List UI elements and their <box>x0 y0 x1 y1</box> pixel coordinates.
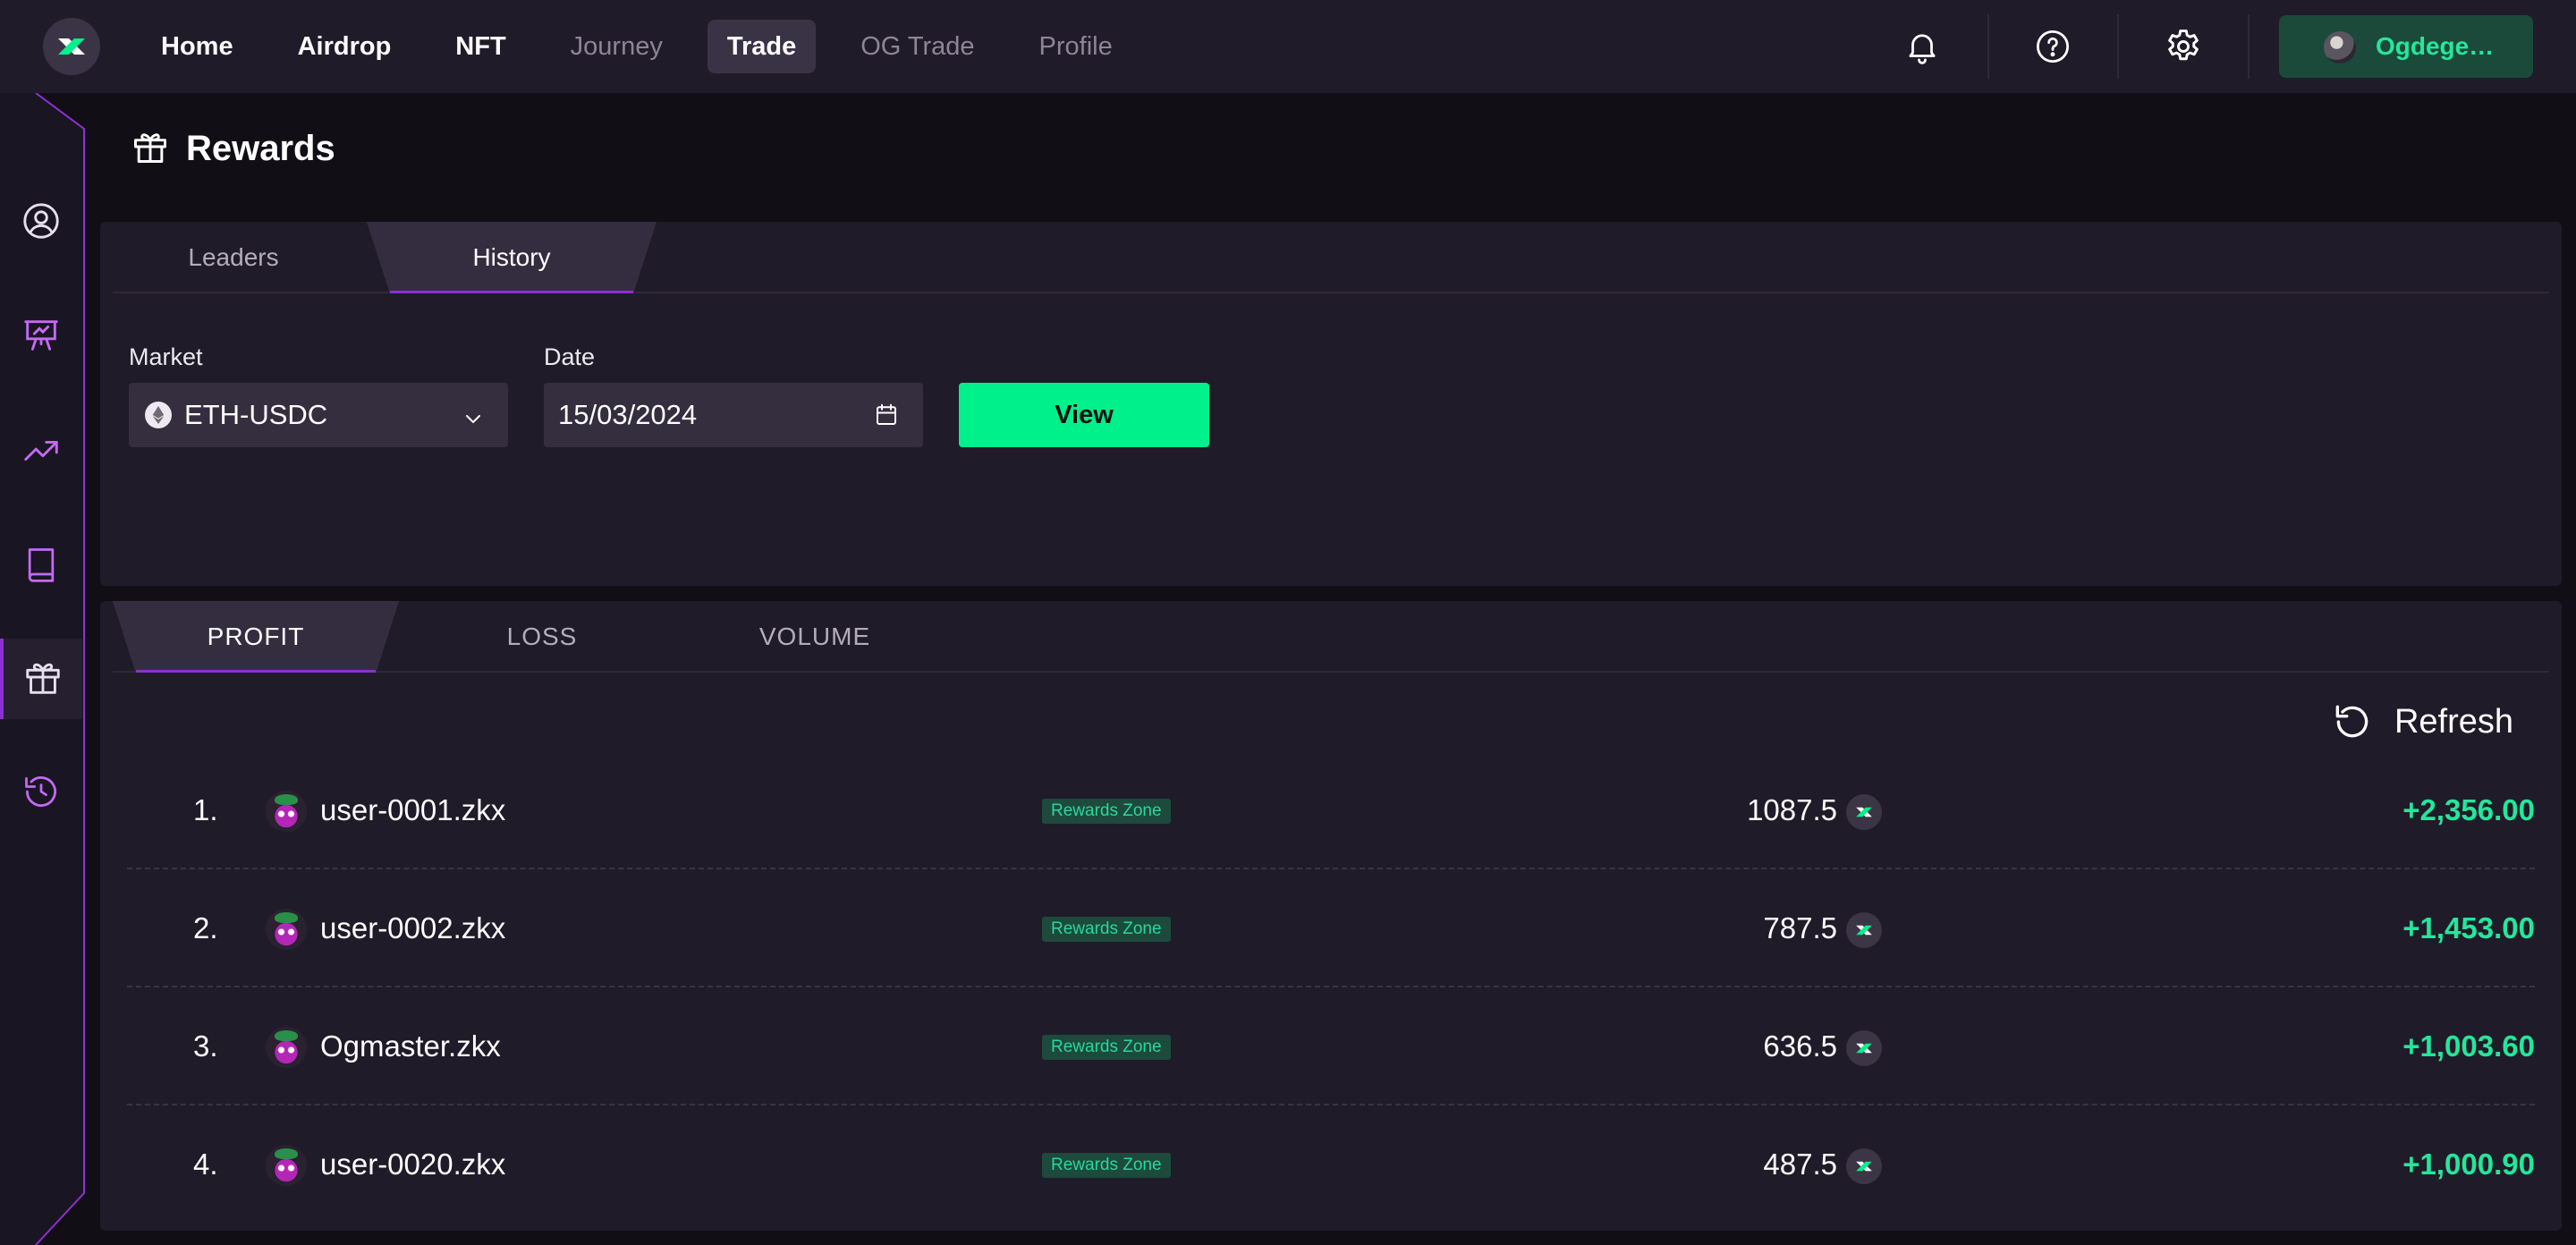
zkx-token-icon <box>1846 1148 1882 1184</box>
nav-item-journey[interactable]: Journey <box>551 20 682 73</box>
divider <box>2248 14 2250 79</box>
table-row[interactable]: 3. Ogmaster.zkx Rewards Zone 636.5 +1,00… <box>127 987 2535 1105</box>
username: Ogmaster.zkx <box>320 1029 501 1063</box>
status-badge: Rewards Zone <box>1042 917 1171 942</box>
tab-history[interactable]: History <box>367 222 657 293</box>
tab-volume[interactable]: VOLUME <box>703 601 927 673</box>
divider <box>1987 14 1989 79</box>
zkx-token-icon <box>1846 912 1882 948</box>
sidebar-item-book[interactable] <box>0 526 82 606</box>
status-badge: Rewards Zone <box>1042 1035 1171 1060</box>
table-row[interactable]: 1. user-0001.zkx Rewards Zone 1087.5 +2,… <box>127 751 2535 869</box>
sidebar <box>0 93 86 1245</box>
ethereum-icon <box>145 402 172 428</box>
status-badge: Rewards Zone <box>1042 799 1171 824</box>
avatar <box>266 1027 307 1068</box>
sidebar-item-profile[interactable] <box>0 182 82 263</box>
market-label: Market <box>129 343 203 370</box>
rank-number: 1. <box>193 793 218 826</box>
rewards-tabbar: Leaders History <box>113 222 2549 293</box>
pnl-value: +1,453.00 <box>2402 911 2535 944</box>
pnl-value: +2,356.00 <box>2402 793 2535 826</box>
rank-number: 2. <box>193 911 218 944</box>
leaderboard-panel: PROFIT LOSS VOLUME Refresh 1. user-0001.… <box>100 601 2562 1231</box>
table-row[interactable]: 2. user-0002.zkx Rewards Zone 787.5 +1,4… <box>127 869 2535 987</box>
nav-item-trade[interactable]: Trade <box>707 20 817 73</box>
help-icon[interactable] <box>2022 16 2083 77</box>
pnl-value: +1,003.60 <box>2402 1029 2535 1063</box>
date-picker-value: 15/03/2024 <box>558 399 698 430</box>
bell-icon[interactable] <box>1892 16 1953 77</box>
points-value: 787.5 <box>1763 911 1837 944</box>
points-value: 1087.5 <box>1747 793 1837 826</box>
gear-icon[interactable] <box>2153 16 2214 77</box>
zkx-token-icon <box>1846 794 1882 830</box>
gift-icon <box>131 127 170 171</box>
page-title-text: Rewards <box>186 129 335 168</box>
filter-panel: Leaders History Market ETH-USDC Date 15/… <box>100 222 2562 586</box>
page-title: Rewards <box>131 127 335 171</box>
table-row[interactable]: 4. user-0020.zkx Rewards Zone 487.5 +1,0… <box>127 1105 2535 1224</box>
user-account-button[interactable]: Ogdege… <box>2279 15 2533 78</box>
nav-item-airdrop[interactable]: Airdrop <box>278 20 411 73</box>
divider <box>2117 14 2119 79</box>
pnl-value: +1,000.90 <box>2402 1148 2535 1181</box>
main-nav: Home Airdrop NFT Journey Trade OG Trade … <box>141 18 1157 75</box>
status-badge: Rewards Zone <box>1042 1153 1171 1178</box>
avatar <box>266 909 307 950</box>
trending-up-icon <box>21 430 62 476</box>
points-value: 487.5 <box>1763 1148 1837 1181</box>
rank-number: 4. <box>193 1148 218 1181</box>
avatar <box>2324 31 2356 64</box>
gift-icon <box>22 656 64 702</box>
user-account-label: Ogdege… <box>2376 32 2495 60</box>
nav-item-profile[interactable]: Profile <box>1020 20 1132 73</box>
chevron-down-icon <box>462 404 485 436</box>
date-label: Date <box>544 343 596 370</box>
username: user-0002.zkx <box>320 911 506 944</box>
date-picker[interactable]: 15/03/2024 <box>544 383 923 447</box>
sidebar-item-rewards[interactable] <box>0 639 82 719</box>
top-navigation-bar: Home Airdrop NFT Journey Trade OG Trade … <box>0 0 2576 93</box>
profile-icon <box>21 200 62 246</box>
presentation-icon <box>21 315 62 360</box>
avatar <box>266 1145 307 1186</box>
view-button[interactable]: View <box>959 383 1209 447</box>
avatar <box>266 791 307 832</box>
zkx-token-icon <box>1846 1030 1882 1066</box>
username: user-0001.zkx <box>320 793 506 826</box>
refresh-label: Refresh <box>2394 702 2513 741</box>
tab-leaders[interactable]: Leaders <box>113 222 354 293</box>
nav-item-home[interactable]: Home <box>141 20 253 73</box>
sidebar-item-trending[interactable] <box>0 412 82 493</box>
rank-number: 3. <box>193 1029 218 1063</box>
nav-item-og-trade[interactable]: OG Trade <box>841 20 994 73</box>
tab-loss[interactable]: LOSS <box>453 601 631 673</box>
calendar-icon <box>873 402 900 436</box>
refresh-icon <box>2330 699 2375 744</box>
market-select[interactable]: ETH-USDC <box>129 383 508 447</box>
zkx-logo-icon[interactable] <box>43 18 100 75</box>
leaderboard-tabbar: PROFIT LOSS VOLUME <box>113 601 2549 673</box>
refresh-button[interactable]: Refresh <box>2330 699 2513 744</box>
nav-item-nft[interactable]: NFT <box>436 20 525 73</box>
sidebar-item-presentation[interactable] <box>0 297 82 377</box>
points-value: 636.5 <box>1763 1029 1837 1063</box>
history-icon <box>21 772 61 816</box>
tab-profit[interactable]: PROFIT <box>113 601 399 673</box>
book-icon <box>21 545 61 589</box>
market-select-value: ETH-USDC <box>184 399 328 430</box>
sidebar-item-history[interactable] <box>0 753 82 834</box>
username: user-0020.zkx <box>320 1148 506 1181</box>
